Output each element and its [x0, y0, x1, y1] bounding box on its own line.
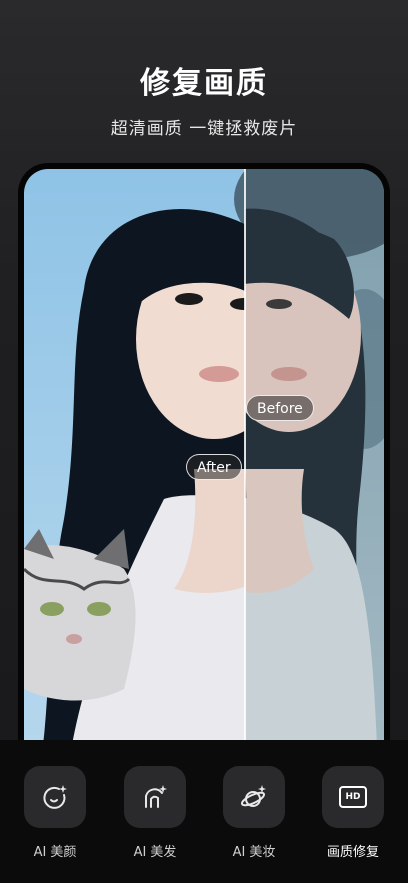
tool-label: 画质修复 — [326, 845, 379, 860]
tool-ai-beauty[interactable]: AI 美颜 — [24, 766, 86, 860]
portrait-photo — [24, 169, 384, 803]
before-label: Before — [246, 395, 314, 421]
page-title: 修复画质 — [140, 66, 268, 101]
page-subtitle: 超清画质 一键拯救废片 — [110, 119, 298, 139]
tool-label: AI 美颜 — [33, 845, 77, 860]
comparison-preview[interactable]: Before After — [24, 169, 384, 803]
tool-label: AI 美发 — [133, 845, 177, 860]
comparison-divider[interactable] — [244, 169, 246, 803]
hair-sparkle-icon — [124, 766, 186, 828]
tool-quality-restore[interactable]: HD 画质修复 — [322, 766, 384, 860]
app-screen: 修复画质 超清画质 一键拯救废片 Before After AI 美颜 AI 美… — [0, 0, 408, 883]
feature-toolbar: AI 美颜 AI 美发 AI 美妆 HD 画质修复 — [0, 740, 408, 883]
hd-icon: HD — [322, 766, 384, 828]
after-label: After — [186, 454, 242, 480]
phone-mockup: Before After — [18, 163, 390, 803]
hd-badge: HD — [339, 786, 367, 808]
tool-ai-hair[interactable]: AI 美发 — [124, 766, 186, 860]
tool-label: AI 美妆 — [232, 845, 276, 860]
face-sparkle-icon — [24, 766, 86, 828]
tool-ai-makeup[interactable]: AI 美妆 — [223, 766, 285, 860]
makeup-planet-icon — [223, 766, 285, 828]
